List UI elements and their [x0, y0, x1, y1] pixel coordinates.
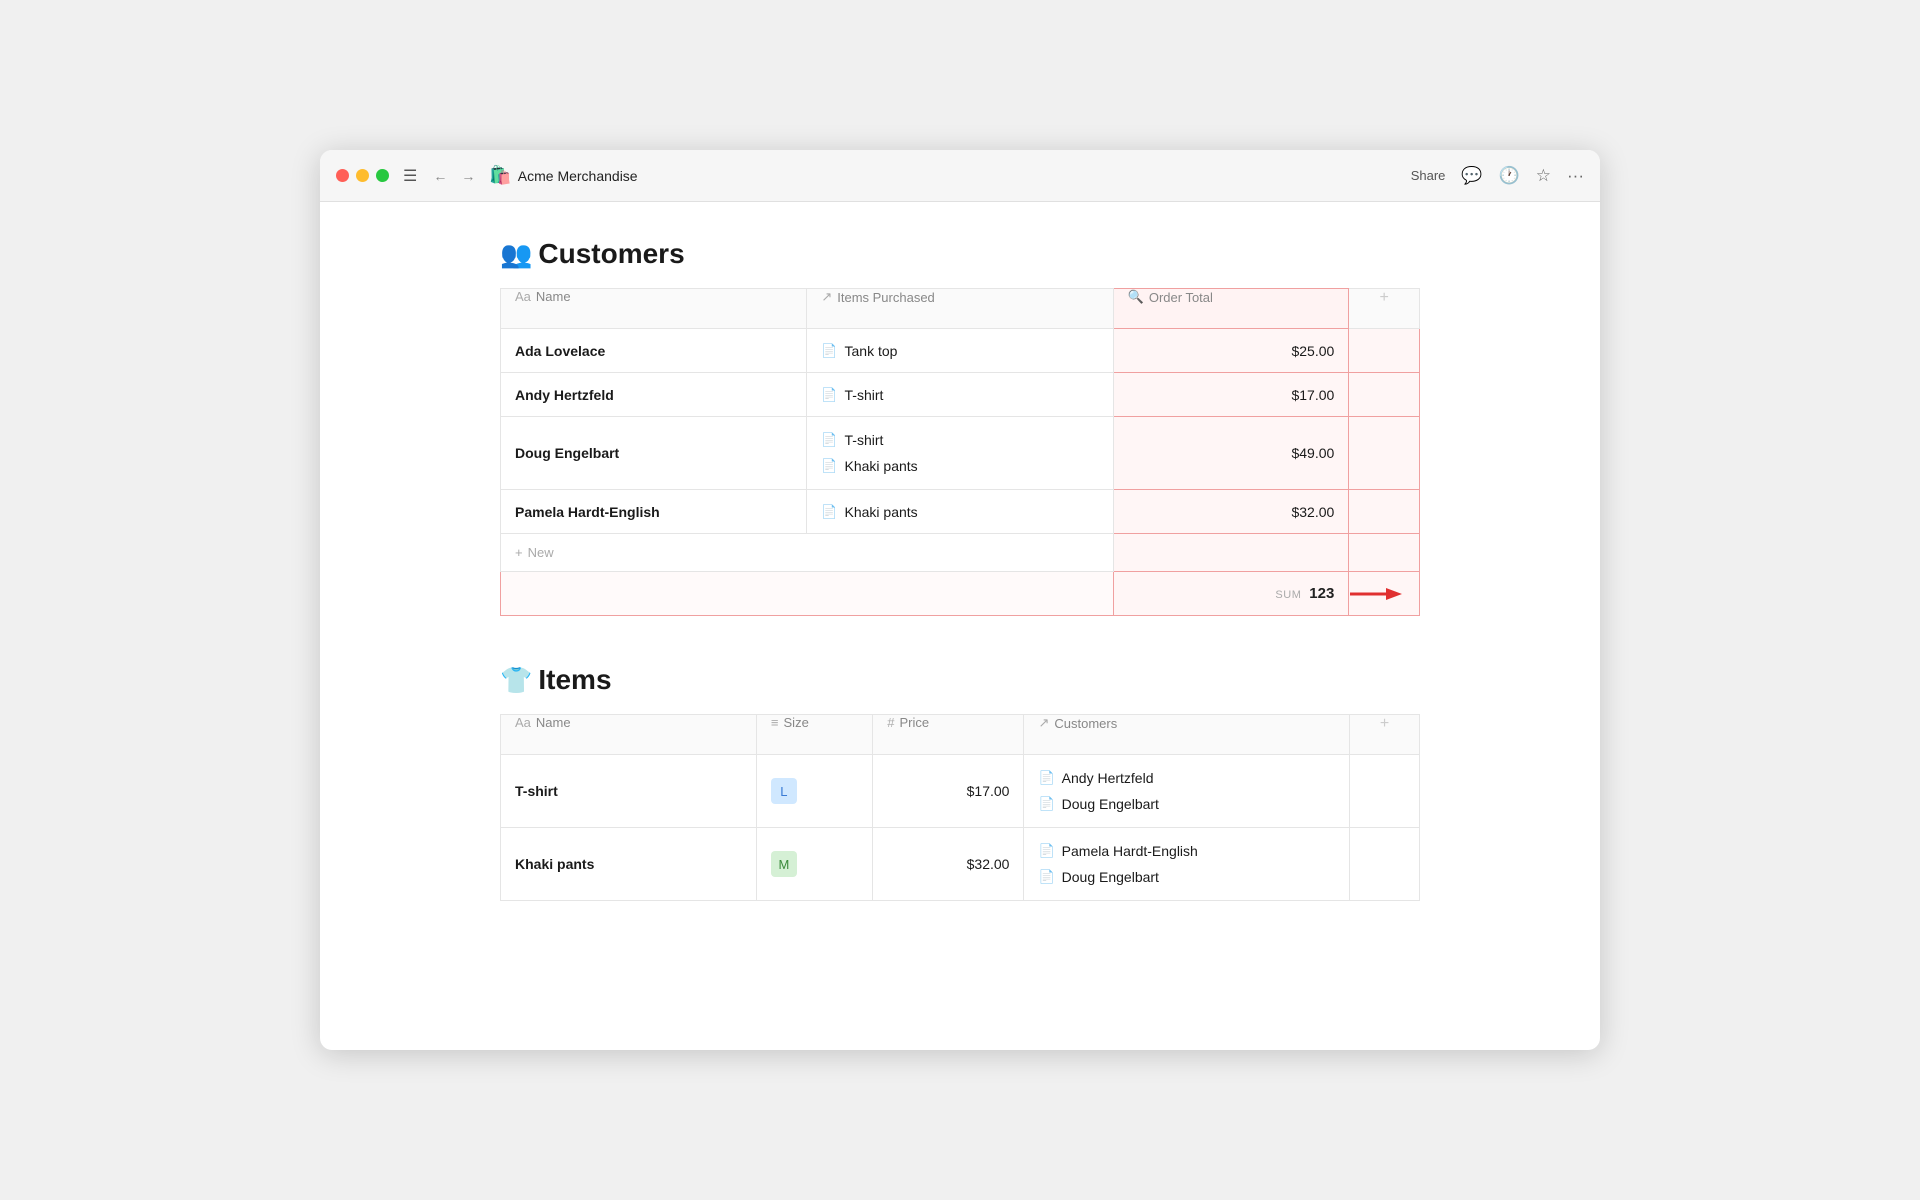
customer-order-cell: $17.00 — [1113, 373, 1349, 417]
menu-icon[interactable]: ☰ — [403, 166, 417, 186]
new-row: + New — [501, 534, 1420, 572]
customer-name-cell: Ada Lovelace — [501, 329, 807, 373]
customers-table: Aa Name ↗ Items Purchased 🔍 Order — [500, 288, 1420, 616]
doc-icon: 📄 — [1038, 770, 1054, 786]
col-header-add-items[interactable]: + — [1350, 715, 1420, 755]
size-badge-L: L — [771, 778, 797, 804]
main-content: 👥 Customers Aa Name — [320, 202, 1600, 1050]
customer-items-cell: 📄 Tank top — [807, 329, 1113, 373]
items-col-icon: ↗ — [821, 289, 832, 305]
sum-label: SUM — [1275, 589, 1301, 601]
maximize-button[interactable] — [376, 169, 389, 182]
item-name-cell: Khaki pants — [501, 828, 757, 901]
doc-icon: 📄 — [821, 343, 837, 359]
app-icon: 🛍️ — [489, 165, 511, 186]
col-header-size: ≡ Size — [756, 715, 872, 755]
table-row: Pamela Hardt-English 📄 Khaki pants $32.0… — [501, 490, 1420, 534]
table-row: T-shirt L $17.00 📄 Andy Hertzfeld 📄 D — [501, 755, 1420, 828]
item-customers-cell: 📄 Pamela Hardt-English 📄 Doug Engelbart — [1024, 828, 1350, 901]
doc-icon: 📄 — [821, 458, 837, 474]
table-row: Andy Hertzfeld 📄 T-shirt $17.00 — [501, 373, 1420, 417]
col-header-order-total: 🔍 Order Total — [1113, 289, 1349, 329]
back-button[interactable]: ← — [429, 166, 451, 186]
app-title: Acme Merchandise — [518, 168, 1411, 184]
nav-arrows: ← → — [429, 166, 479, 186]
item-size-cell: L — [756, 755, 872, 828]
traffic-lights — [336, 169, 389, 182]
customer-items-cell: 📄 Khaki pants — [807, 490, 1113, 534]
doc-icon: 📄 — [1038, 869, 1054, 885]
item-price-cell: $17.00 — [873, 755, 1024, 828]
doc-icon: 📄 — [821, 387, 837, 403]
comment-icon[interactable]: 💬 — [1461, 166, 1482, 186]
items-emoji: 👕 — [500, 665, 532, 696]
share-button[interactable]: Share — [1411, 168, 1446, 183]
sum-cell: SUM 123 — [1113, 572, 1349, 616]
table-row: Doug Engelbart 📄 T-shirt 📄 Khaki pants $… — [501, 417, 1420, 490]
customer-order-cell: $25.00 — [1113, 329, 1349, 373]
customer-items-cell: 📄 T-shirt — [807, 373, 1113, 417]
customer-name-cell: Pamela Hardt-English — [501, 490, 807, 534]
forward-button[interactable]: → — [457, 166, 479, 186]
doc-icon: 📄 — [1038, 843, 1054, 859]
plus-icon: + — [515, 545, 523, 560]
sum-row: SUM 123 — [501, 572, 1420, 616]
size-badge-M: M — [771, 851, 797, 877]
doc-icon: 📄 — [1038, 796, 1054, 812]
customers-emoji: 👥 — [500, 239, 532, 270]
col-header-add[interactable]: + — [1349, 289, 1420, 329]
item-size-cell: M — [756, 828, 872, 901]
customer-name-cell: Andy Hertzfeld — [501, 373, 807, 417]
col-header-name: Aa Name — [501, 289, 807, 329]
customer-order-cell: $32.00 — [1113, 490, 1349, 534]
name-col-icon: Aa — [515, 289, 531, 304]
doc-icon: 📄 — [821, 432, 837, 448]
price-col-icon: # — [887, 715, 894, 730]
minimize-button[interactable] — [356, 169, 369, 182]
new-record-button[interactable]: + New — [515, 545, 554, 560]
add-column-button-items[interactable]: + — [1364, 715, 1405, 733]
items-section-header: 👕 Items — [500, 664, 1420, 696]
add-column-button[interactable]: + — [1363, 289, 1405, 307]
arrow-indicator — [1350, 584, 1402, 604]
more-icon[interactable]: ··· — [1567, 166, 1584, 186]
customer-order-cell: $49.00 — [1113, 417, 1349, 490]
name-col-icon: Aa — [515, 715, 531, 730]
col-header-price: # Price — [873, 715, 1024, 755]
titlebar: ☰ ← → 🛍️ Acme Merchandise Share 💬 🕐 ☆ ··… — [320, 150, 1600, 202]
items-header-row: Aa Name ≡ Size # Price — [501, 715, 1420, 755]
table-row: Ada Lovelace 📄 Tank top $25.00 — [501, 329, 1420, 373]
customers-header-row: Aa Name ↗ Items Purchased 🔍 Order — [501, 289, 1420, 329]
item-name-cell: T-shirt — [501, 755, 757, 828]
customers-col-icon: ↗ — [1038, 715, 1049, 731]
doc-icon: 📄 — [821, 504, 837, 520]
item-customers-cell: 📄 Andy Hertzfeld 📄 Doug Engelbart — [1024, 755, 1350, 828]
sum-value: 123 — [1309, 585, 1334, 602]
red-arrow-icon — [1350, 584, 1402, 604]
col-header-customers: ↗ Customers — [1024, 715, 1350, 755]
items-title: Items — [538, 664, 611, 696]
item-price-cell: $32.00 — [873, 828, 1024, 901]
order-col-icon: 🔍 — [1128, 289, 1144, 305]
col-header-items-purchased: ↗ Items Purchased — [807, 289, 1113, 329]
customer-items-cell: 📄 T-shirt 📄 Khaki pants — [807, 417, 1113, 490]
app-window: ☰ ← → 🛍️ Acme Merchandise Share 💬 🕐 ☆ ··… — [320, 150, 1600, 1050]
col-header-item-name: Aa Name — [501, 715, 757, 755]
customers-title: Customers — [538, 238, 684, 270]
customers-section-header: 👥 Customers — [500, 238, 1420, 270]
history-icon[interactable]: 🕐 — [1499, 166, 1520, 186]
size-col-icon: ≡ — [771, 715, 779, 730]
customer-name-cell: Doug Engelbart — [501, 417, 807, 490]
close-button[interactable] — [336, 169, 349, 182]
items-table: Aa Name ≡ Size # Price — [500, 714, 1420, 901]
titlebar-actions: Share 💬 🕐 ☆ ··· — [1411, 166, 1584, 186]
star-icon[interactable]: ☆ — [1536, 166, 1551, 186]
table-row: Khaki pants M $32.00 📄 Pamela Hardt-Engl… — [501, 828, 1420, 901]
